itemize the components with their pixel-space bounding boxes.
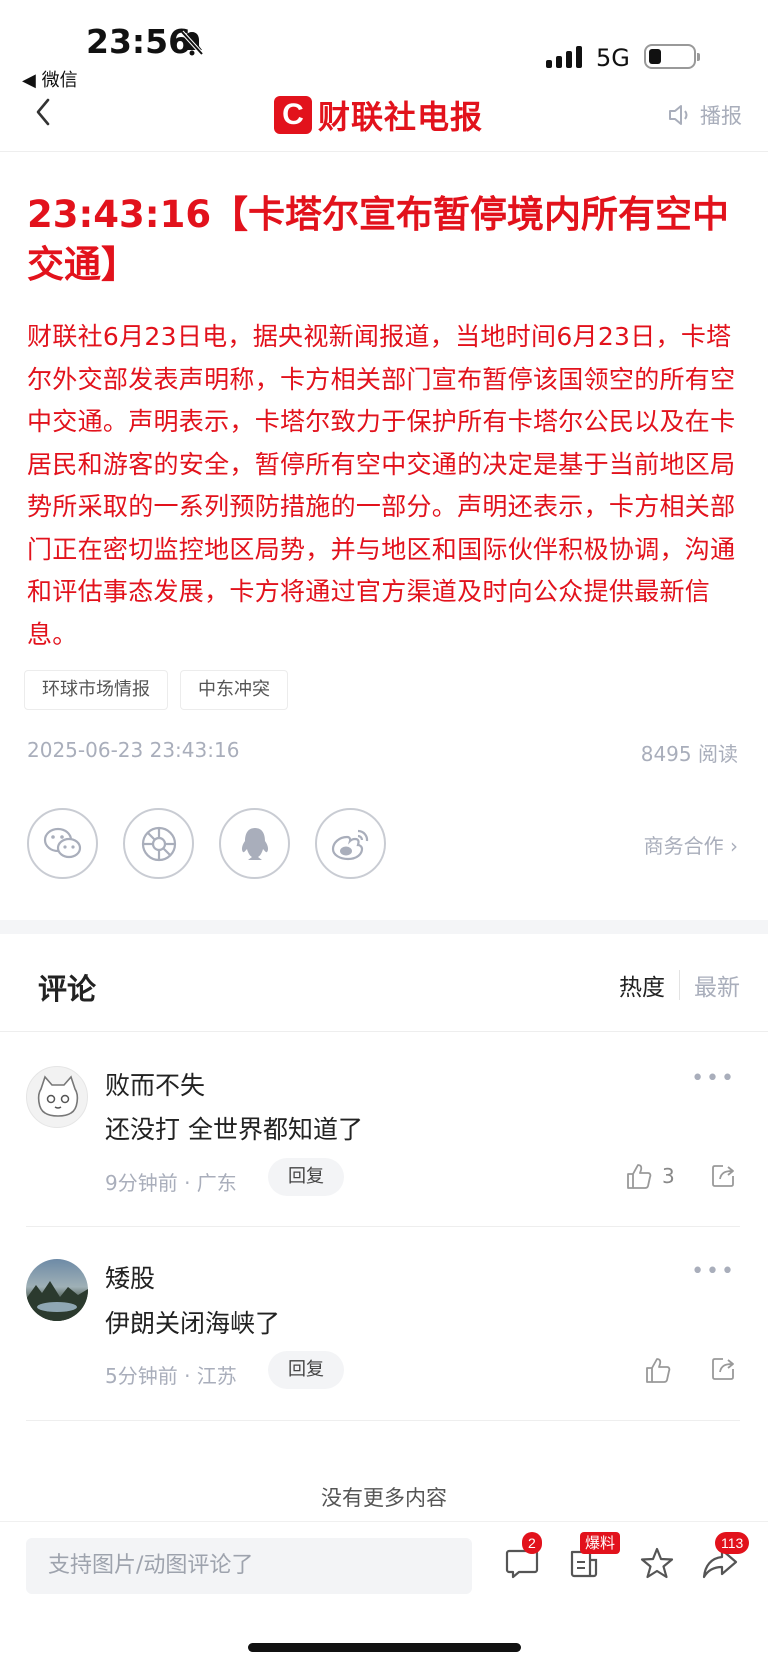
reply-button[interactable]: 回复 [268, 1158, 344, 1196]
signal-icon [546, 46, 582, 68]
comments-title: 评论 [38, 972, 97, 1006]
home-indicator [248, 1643, 521, 1652]
back-to-app-link[interactable]: ◀ 微信 [22, 66, 78, 92]
avatar[interactable] [26, 1259, 88, 1321]
comment-more-button[interactable]: ••• [691, 1259, 736, 1284]
article-headline: 23:43:16【卡塔尔宣布暂停境内所有空中交通】 [27, 193, 730, 286]
share-qq-button[interactable] [219, 808, 290, 879]
article-body: 财联社6月23日电，据央视新闻报道，当地时间6月23日，卡塔尔外交部发表声明称，… [27, 322, 736, 649]
comment-count-badge: 2 [522, 1532, 542, 1554]
tag-middle-east[interactable]: 中东冲突 [180, 670, 288, 710]
share-row [27, 808, 386, 879]
reply-button[interactable]: 回复 [268, 1351, 344, 1389]
share-moments-button[interactable] [123, 808, 194, 879]
bell-muted-icon [180, 30, 204, 56]
sort-new-tab[interactable]: 最新 [680, 968, 740, 1002]
like-button[interactable]: 3 [626, 1162, 675, 1190]
avatar[interactable] [26, 1066, 88, 1128]
thumbs-up-icon [646, 1358, 671, 1383]
share-wechat-button[interactable] [27, 808, 98, 879]
comment-divider [26, 1420, 740, 1421]
thumbs-up-icon [627, 1164, 652, 1189]
broadcast-label: 播报 [700, 104, 742, 128]
logo-mark: C [274, 96, 312, 134]
comment-more-button[interactable]: ••• [691, 1066, 736, 1091]
tag-list: 环球市场情报 中东冲突 [24, 670, 288, 710]
tag-global-market[interactable]: 环球市场情报 [24, 670, 168, 710]
network-type: 5G [596, 44, 630, 72]
weibo-icon [331, 829, 368, 860]
wechat-icon [43, 827, 81, 858]
comment-username[interactable]: 矮股 [105, 1259, 155, 1295]
logo-text: 财联社电报 [318, 98, 484, 136]
comment-divider [26, 1226, 740, 1227]
comment-username[interactable]: 败而不失 [105, 1066, 205, 1102]
read-count: 8495 阅读 [640, 742, 738, 766]
cat-avatar-icon [37, 1075, 79, 1117]
cls-telegraph-logo: C 财联社电报 [274, 92, 483, 138]
speaker-icon [669, 105, 688, 125]
comment-meta: 5分钟前 · 江苏 [105, 1364, 237, 1388]
section-separator [0, 920, 768, 934]
back-arrow-icon[interactable] [32, 96, 54, 128]
share-count-badge: 113 [715, 1532, 750, 1554]
battery-icon [644, 44, 700, 69]
moments-icon [141, 826, 176, 861]
status-time: 23:56 [86, 22, 192, 61]
landscape-avatar-icon [26, 1281, 88, 1321]
star-icon[interactable] [640, 1546, 674, 1580]
sort-hot-tab[interactable]: 热度 [619, 968, 679, 1002]
no-more-content: 没有更多内容 [321, 1486, 447, 1510]
business-cooperation-link[interactable]: 商务合作 › [644, 830, 738, 859]
qq-icon [241, 827, 268, 860]
comment-text: 还没打 全世界都知道了 [105, 1115, 363, 1144]
comment-meta: 9分钟前 · 广东 [105, 1171, 237, 1195]
broadcast-button[interactable]: 播报 [668, 100, 742, 130]
comment-share-icon[interactable] [710, 1356, 736, 1382]
comment-share-icon[interactable] [710, 1163, 736, 1189]
tip-off-badge: 爆料 [580, 1532, 621, 1554]
like-button[interactable] [645, 1356, 671, 1384]
comment-sort-toggle: 热度 最新 [619, 968, 740, 1002]
nav-divider [0, 151, 768, 152]
like-count: 3 [662, 1164, 675, 1188]
comment-text: 伊朗关闭海峡了 [105, 1309, 281, 1338]
publish-time: 2025-06-23 23:43:16 [27, 738, 240, 762]
comment-input[interactable]: 支持图片/动图评论了 [26, 1538, 472, 1594]
share-weibo-button[interactable] [315, 808, 386, 879]
comments-divider [0, 1031, 768, 1032]
